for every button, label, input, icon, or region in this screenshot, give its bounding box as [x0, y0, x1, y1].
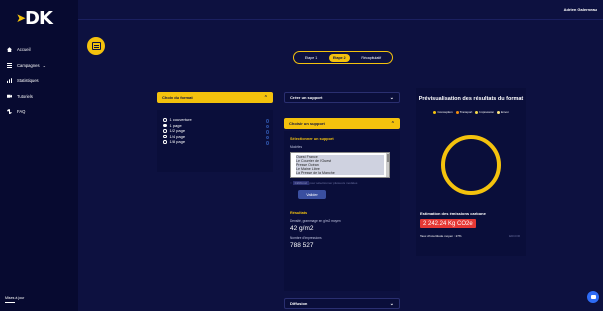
- choose-support-header[interactable]: Choisir un support ⌃: [284, 118, 400, 129]
- select-support-label: Sélectionner un support: [290, 137, 334, 141]
- step-recap[interactable]: Récapitulatif: [357, 54, 385, 62]
- divider: [5, 302, 15, 303]
- sidebar-item-faq[interactable]: FAQ: [5, 104, 75, 120]
- stepper: Etape 1 Etape 2 Récapitulatif: [293, 51, 393, 64]
- impressions-value: 788 527: [290, 242, 314, 249]
- list-icon: [7, 62, 12, 68]
- step-2[interactable]: Etape 2: [328, 53, 350, 62]
- chat-icon[interactable]: [587, 291, 599, 303]
- sidebar-item-campagnes[interactable]: Campagnes ⌄: [5, 58, 75, 74]
- sidebar: ➤ DK Accueil Campagnes ⌄ Statistiques Tu…: [0, 0, 78, 311]
- legend-item: Transport: [455, 110, 472, 114]
- radio-icon: [163, 134, 167, 138]
- sidebar-item-label: Tutoriels: [17, 93, 33, 99]
- impressions-label: Nombre d'impressions: [290, 236, 322, 240]
- step-1[interactable]: Etape 1: [301, 54, 321, 62]
- edcor-link[interactable]: EDCOR: [509, 234, 520, 238]
- valider-button[interactable]: Valider: [298, 190, 326, 199]
- create-support-header[interactable]: Créer un support ⌄: [284, 92, 400, 103]
- carbon-value-badge: 2 242.24 Kg CO2e: [420, 219, 476, 228]
- legend-item: Envoi: [497, 110, 509, 114]
- format-accordion-header[interactable]: Choix du format ⌃: [157, 92, 273, 103]
- chevron-down-icon: ⌄: [389, 94, 394, 101]
- choose-support-label: Choisir un support: [289, 121, 325, 126]
- video-icon: [7, 94, 12, 98]
- preview-legend: Conception Transport Impression Envoi: [416, 110, 526, 114]
- sidebar-item-label: Campagnes: [17, 62, 40, 68]
- topbar: Adrien Galerneau: [78, 0, 603, 20]
- sidebar-item-label: FAQ: [17, 109, 26, 115]
- radio-icon: [163, 129, 167, 133]
- format-option[interactable]: 1/8 page: [163, 139, 273, 145]
- chevron-down-icon: ⌄: [42, 62, 46, 68]
- radio-icon: [163, 118, 167, 122]
- sidebar-item-tutoriels[interactable]: Tutoriels: [5, 89, 75, 105]
- support-listbox[interactable]: Ouest France Le Courrier de l'Ouest Pres…: [290, 152, 390, 178]
- sidebar-item-statistiques[interactable]: Statistiques: [5, 73, 75, 89]
- updates-link[interactable]: Mises à jour: [5, 296, 24, 303]
- grammage-value: 42 g/m2: [290, 225, 314, 232]
- list-item[interactable]: La Presse de la Manche: [296, 171, 384, 176]
- legend-item: Impression: [475, 110, 494, 114]
- sidebar-item-accueil[interactable]: Accueil: [5, 42, 75, 58]
- faq-icon: [7, 109, 12, 115]
- document-icon: [87, 37, 105, 55]
- radio-icon: [163, 123, 167, 127]
- preview-title: Prévisualisation des résultats du format: [418, 96, 524, 102]
- diffusion-label: Diffusion: [290, 301, 308, 306]
- stats-icon: [7, 78, 12, 84]
- chevron-up-icon: ⌃: [263, 94, 268, 101]
- format-title: Choix du format: [162, 95, 193, 100]
- user-name[interactable]: Adrien Galerneau: [564, 7, 597, 12]
- sidebar-item-label: Statistiques: [17, 78, 39, 84]
- create-support-label: Créer un support: [290, 95, 323, 100]
- legend-item: Conception: [433, 110, 453, 114]
- choose-support-panel: Sélectionner un support Modèles Ouest Fr…: [284, 131, 400, 291]
- results-label: Résultats: [290, 211, 308, 215]
- sidebar-nav: Accueil Campagnes ⌄ Statistiques Tutorie…: [5, 42, 75, 120]
- multi-select-hint: ○ Ctrl/Cmd pour sélectionner plusieurs m…: [290, 181, 358, 185]
- diffusion-header[interactable]: Diffusion ⌄: [284, 298, 400, 309]
- modeles-label: Modèles: [290, 145, 303, 149]
- scrollbar[interactable]: [386, 153, 389, 177]
- logo[interactable]: ➤ DK: [16, 8, 60, 30]
- sidebar-item-label: Accueil: [17, 47, 31, 53]
- carbon-title: Estimation des émissions carbone: [420, 211, 486, 216]
- arrow-icon: ➤: [16, 11, 26, 25]
- grammage-label: Densité, grammage en g/m2 moyen: [290, 219, 341, 223]
- format-options: 1 couverture 1 page 1/2 page 1/4 page 1/…: [157, 110, 273, 172]
- chevron-up-icon: ⌃: [390, 120, 395, 127]
- updates-label: Mises à jour: [5, 296, 25, 300]
- radio-icon: [163, 140, 167, 144]
- home-icon: [7, 47, 12, 53]
- preview-panel: Prévisualisation des résultats du format…: [416, 88, 526, 256]
- chevron-down-icon: ⌄: [389, 300, 394, 307]
- uncertainty-note: Taux d'incertitude moyen : 27%: [420, 234, 462, 238]
- logo-text: DK: [25, 8, 53, 29]
- donut-chart: [441, 135, 501, 195]
